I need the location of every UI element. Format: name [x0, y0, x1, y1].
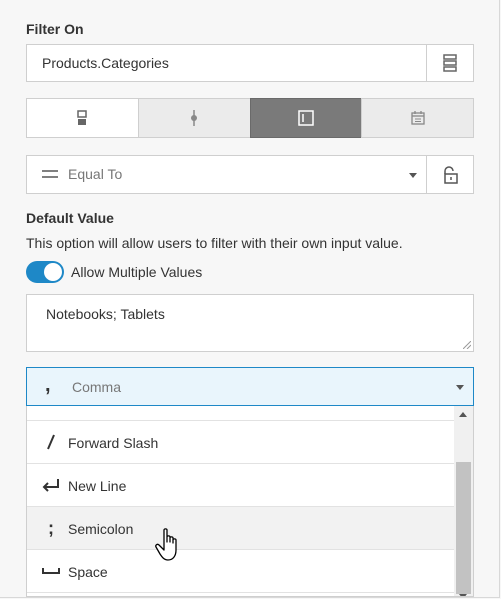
filter-field-box[interactable]: Products.Categories — [26, 44, 474, 82]
filter-type-input[interactable] — [249, 98, 363, 138]
allow-multiple-toggle[interactable] — [26, 261, 64, 283]
resize-handle-icon[interactable] — [463, 341, 471, 349]
default-value-text: Notebooks; Tablets — [46, 306, 165, 322]
new-line-icon — [41, 474, 61, 496]
filter-field-value: Products.Categories — [42, 55, 169, 71]
scroll-up-icon[interactable] — [459, 412, 467, 417]
condition-lock-button[interactable] — [426, 156, 473, 193]
filter-on-heading: Filter On — [26, 21, 84, 37]
option-new-line[interactable]: New Line — [27, 464, 455, 507]
list-filter-icon — [77, 110, 88, 125]
condition-dropdown[interactable]: Equal To — [26, 155, 474, 194]
option-forward-slash[interactable]: Forward Slash — [27, 421, 455, 464]
semicolon-icon: ; — [48, 517, 54, 538]
filter-type-date[interactable] — [361, 98, 474, 138]
option-semicolon[interactable]: ; Semicolon — [27, 507, 455, 550]
forward-slash-icon — [41, 431, 61, 453]
comma-icon: , — [45, 374, 51, 396]
condition-value: Equal To — [68, 166, 123, 182]
option-label: Forward Slash — [68, 435, 159, 451]
field-list-icon — [443, 54, 457, 72]
option-label: New Line — [68, 478, 127, 494]
option-label: Semicolon — [68, 521, 134, 537]
filter-type-list[interactable] — [26, 98, 139, 138]
chevron-down-icon — [456, 385, 464, 390]
option-space[interactable]: Space — [27, 550, 455, 593]
option-label: Space — [68, 564, 108, 580]
filter-type-slider[interactable] — [137, 98, 251, 138]
scrollbar-thumb[interactable] — [456, 462, 471, 594]
slider-filter-icon — [191, 110, 198, 126]
separator-options-list: Forward Slash New Line ; Semicolon Space — [26, 406, 474, 597]
separator-dropdown[interactable]: , Comma — [26, 367, 474, 406]
list-item-partial — [27, 406, 455, 421]
hand-pointer-icon — [155, 528, 177, 561]
filter-settings-panel: Filter On Products.Categories Equal To D… — [0, 0, 500, 598]
default-value-heading: Default Value — [26, 210, 114, 226]
scroll-down-icon[interactable] — [459, 594, 467, 596]
dropdown-scrollbar[interactable] — [454, 406, 473, 596]
space-icon — [41, 560, 61, 582]
input-filter-icon — [298, 110, 314, 126]
separator-selected-label: Comma — [72, 379, 122, 395]
field-list-button[interactable] — [426, 45, 473, 81]
calendar-icon — [410, 111, 425, 125]
chevron-down-icon — [409, 173, 417, 178]
separator-options: Forward Slash New Line ; Semicolon Space — [27, 406, 455, 596]
equal-icon — [42, 170, 58, 178]
unlock-icon — [444, 165, 458, 184]
default-value-description: This option will allow users to filter w… — [26, 235, 403, 251]
filter-type-selector — [26, 98, 474, 138]
toggle-knob — [44, 263, 62, 281]
default-value-textarea[interactable]: Notebooks; Tablets — [26, 294, 474, 352]
allow-multiple-label: Allow Multiple Values — [71, 264, 203, 280]
